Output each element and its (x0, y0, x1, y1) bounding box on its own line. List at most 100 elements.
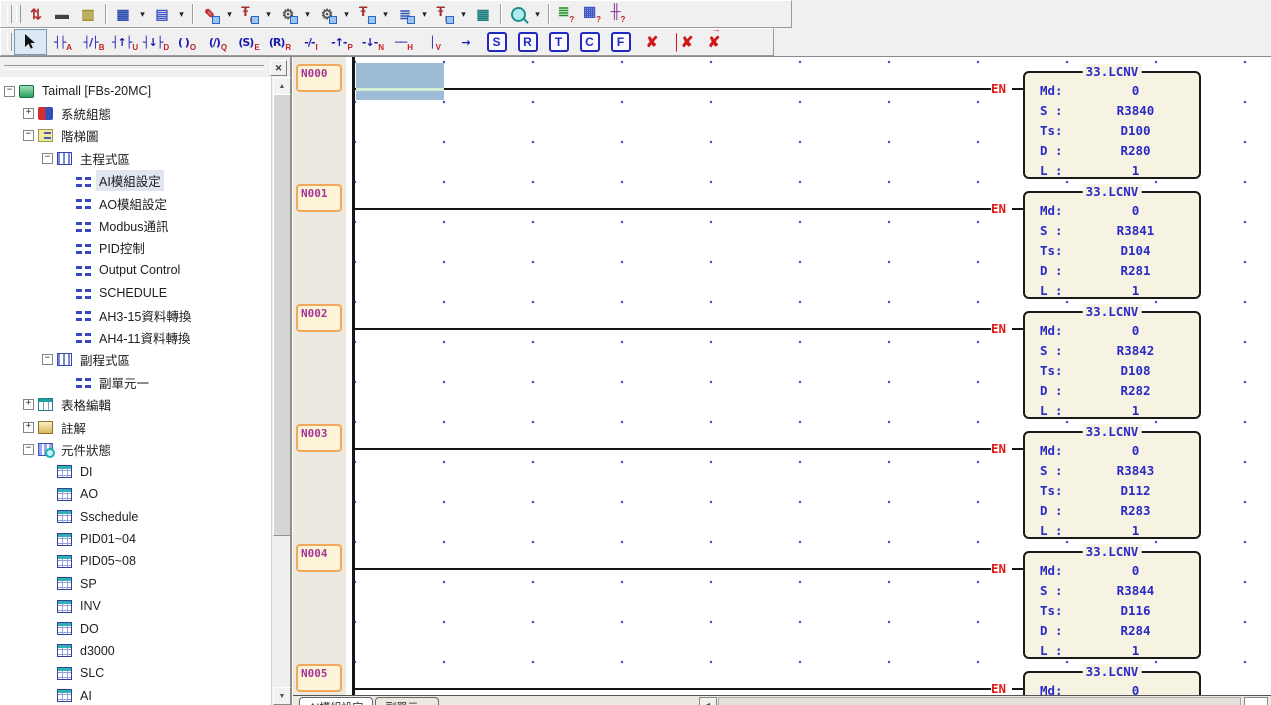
contact-no-button[interactable]: ┤├A (47, 30, 78, 54)
tree-item-pid-[interactable]: PID控制 (0, 237, 272, 259)
network-label[interactable]: N003 (296, 424, 342, 452)
panel-drag-handle[interactable] (4, 65, 264, 70)
zoom-dropdown[interactable]: ▾ (531, 2, 544, 26)
tree-scrollbar[interactable]: ▲ ▼ (271, 77, 290, 705)
network-label[interactable]: N004 (296, 544, 342, 572)
network-label[interactable]: N000 (296, 64, 342, 92)
delete-row-button[interactable]: ✘→ (698, 30, 729, 54)
close-panel-button[interactable]: ✕ (270, 60, 287, 76)
tree-item--[interactable]: −副程式區 (0, 349, 272, 371)
network-label[interactable]: N005 (296, 664, 342, 692)
collapse-icon[interactable]: − (23, 444, 34, 455)
monitor-a-dropdown[interactable]: ▾ (379, 2, 392, 26)
machine-monitor-2-dropdown[interactable]: ▾ (340, 2, 353, 26)
tree-item-output-control[interactable]: Output Control (0, 259, 272, 281)
tree-item-d3000[interactable]: d3000 (0, 640, 272, 662)
ladder-query-button[interactable]: ▦? (579, 2, 605, 26)
tree-item-slc[interactable]: SLC (0, 662, 272, 684)
tree-item-di[interactable]: DI (0, 461, 272, 483)
coil-reset-button[interactable]: (R)R (264, 30, 295, 54)
network-grid-dropdown[interactable]: ▾ (175, 2, 188, 26)
coil-not-button[interactable]: (/)Q (202, 30, 233, 54)
monitor-m2-button[interactable]: ŦM (431, 2, 457, 26)
io-status-button[interactable]: ⇅ (23, 2, 49, 26)
func-r-button[interactable]: R (512, 30, 543, 54)
tree-item-inv[interactable]: INV (0, 595, 272, 617)
coil-set-button[interactable]: (S)E (233, 30, 264, 54)
pulse-falling-button[interactable]: -↓-N (357, 30, 388, 54)
collapse-icon[interactable]: − (42, 354, 53, 365)
edit-element-button[interactable]: ✎ (197, 2, 223, 26)
register-table-button[interactable]: ▥ (75, 2, 101, 26)
monitor-m-dropdown[interactable]: ▾ (262, 2, 275, 26)
ic-chip-button[interactable]: ▬ (49, 2, 75, 26)
scroll-up-icon[interactable]: ▲ (273, 77, 291, 95)
network-grid-button[interactable]: ▤ (149, 2, 175, 26)
tree-item--[interactable]: +註解 (0, 416, 272, 438)
link-arrow-button[interactable]: → (450, 30, 481, 54)
horizontal-scrollbar[interactable] (718, 697, 1241, 705)
data-list-button[interactable]: ≣ (392, 2, 418, 26)
machine-monitor-dropdown[interactable]: ▾ (301, 2, 314, 26)
ladder-diagram-button[interactable]: ▦ (110, 2, 136, 26)
ladder-canvas[interactable]: EN33.LCNVMd:0S :R3840Ts:D100D :R280L :1E… (346, 57, 1271, 696)
contact-rising-button[interactable]: ┤↑├U (109, 30, 140, 54)
function-block[interactable]: 33.LCNVMd:0S :R3844Ts:D116D :R284L :1 (1023, 551, 1201, 659)
network-label[interactable]: N002 (296, 304, 342, 332)
func-c-button[interactable]: C (574, 30, 605, 54)
tree-item-ah4-11-[interactable]: AH4-11資料轉換 (0, 326, 272, 348)
machine-monitor-2-button[interactable]: ⚙ (314, 2, 340, 26)
tree-item-pid01-04[interactable]: PID01~04 (0, 528, 272, 550)
toolbar-grip[interactable] (7, 5, 12, 23)
tree-item-do[interactable]: DO (0, 617, 272, 639)
func-s-button[interactable]: S (481, 30, 512, 54)
edit-element-dropdown[interactable]: ▾ (223, 2, 236, 26)
ladder-diagram-dropdown[interactable]: ▾ (136, 2, 149, 26)
func-t-button[interactable]: T (543, 30, 574, 54)
contact-query-button[interactable]: ╫? (605, 2, 631, 26)
function-block[interactable]: 33.LCNVMd:0S :R3843Ts:D112D :R283L :1 (1023, 431, 1201, 539)
toolbar-grip[interactable] (16, 5, 21, 23)
expand-icon[interactable]: + (23, 399, 34, 410)
edit-cursor[interactable] (356, 63, 444, 100)
tree-item--[interactable]: +系統組態 (0, 102, 272, 124)
expand-icon[interactable]: + (23, 108, 34, 119)
function-block[interactable]: 33.LCNVMd:0S :R3840Ts:D100D :R280L :1 (1023, 71, 1201, 179)
tree-item--[interactable]: −元件狀態 (0, 438, 272, 460)
delete-col-button[interactable]: │✘ (667, 30, 698, 54)
tree-item--[interactable]: −階梯圖 (0, 125, 272, 147)
contact-nc-button[interactable]: ┤/├B (78, 30, 109, 54)
tree-item-ah3-15-[interactable]: AH3-15資料轉換 (0, 304, 272, 326)
collapse-icon[interactable]: − (4, 86, 15, 97)
scroll-down-icon[interactable]: ▼ (273, 687, 291, 705)
tree-item-pid05-08[interactable]: PID05~08 (0, 550, 272, 572)
function-block[interactable]: 33.LCNVMd:0 (1023, 671, 1201, 696)
collapse-icon[interactable]: − (42, 153, 53, 164)
data-list-dropdown[interactable]: ▾ (418, 2, 431, 26)
tree-item-ao[interactable]: AO (0, 483, 272, 505)
func-f-button[interactable]: F (605, 30, 636, 54)
toolbar-grip[interactable] (7, 33, 12, 51)
tree-item--[interactable]: −主程式區 (0, 147, 272, 169)
function-block[interactable]: 33.LCNVMd:0S :R3842Ts:D108D :R282L :1 (1023, 311, 1201, 419)
monitor-m-button[interactable]: Ŧm (236, 2, 262, 26)
tree-item-sschedule[interactable]: Sschedule (0, 505, 272, 527)
table-calc-button[interactable]: ▦ (470, 2, 496, 26)
scrollbar-thumb[interactable] (273, 94, 291, 536)
monitor-m2-dropdown[interactable]: ▾ (457, 2, 470, 26)
zoom-button[interactable] (505, 2, 531, 26)
invert-button[interactable]: -/-I (295, 30, 326, 54)
tree-item--[interactable]: 副單元一 (0, 371, 272, 393)
tree-item-ai-[interactable]: AI模組設定 (0, 170, 272, 192)
status-query-button[interactable]: ≣? (553, 2, 579, 26)
tab-inactive[interactable]: 副單元一 (375, 697, 439, 705)
pulse-rising-button[interactable]: -↑-P (326, 30, 357, 54)
vline-button[interactable]: │V (419, 30, 450, 54)
tree-item-schedule[interactable]: SCHEDULE (0, 282, 272, 304)
monitor-a-button[interactable]: ŦA (353, 2, 379, 26)
tree-item-ai[interactable]: AI (0, 685, 272, 705)
hline-button[interactable]: ──H (388, 30, 419, 54)
tab-active[interactable]: AI模組設定 (299, 697, 373, 705)
tree-item-ao-[interactable]: AO模組設定 (0, 192, 272, 214)
tree-item-modbus-[interactable]: Modbus通訊 (0, 214, 272, 236)
